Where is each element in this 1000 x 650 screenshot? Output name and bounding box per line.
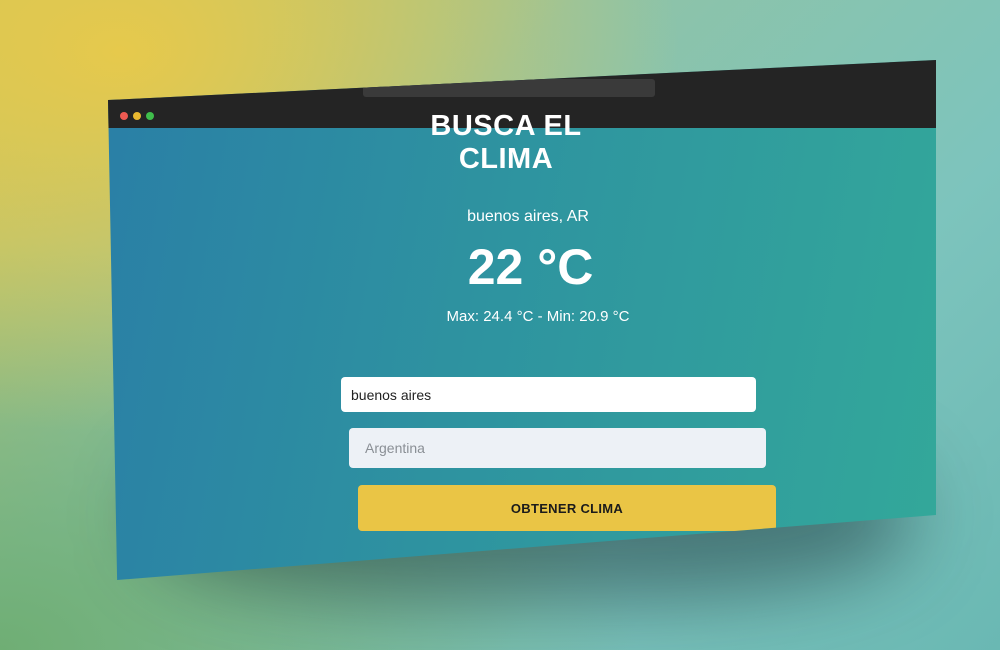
close-window-icon[interactable] <box>120 112 128 120</box>
address-bar[interactable] <box>363 79 655 97</box>
weather-location: buenos aires, AR <box>467 208 589 225</box>
weather-min-max: Max: 24.4 °C - Min: 20.9 °C <box>446 308 630 325</box>
weather-temperature: 22 °C <box>467 239 594 295</box>
country-input[interactable] <box>349 428 766 468</box>
get-weather-button[interactable]: OBTENER CLIMA <box>358 485 776 531</box>
minimize-window-icon[interactable] <box>133 112 141 120</box>
browser-window: BUSCA EL CLIMA buenos aires, AR 22 °C Ma… <box>108 60 936 580</box>
city-input[interactable] <box>341 377 756 412</box>
maximize-window-icon[interactable] <box>146 112 154 120</box>
page-title: BUSCA EL CLIMA <box>430 110 582 175</box>
